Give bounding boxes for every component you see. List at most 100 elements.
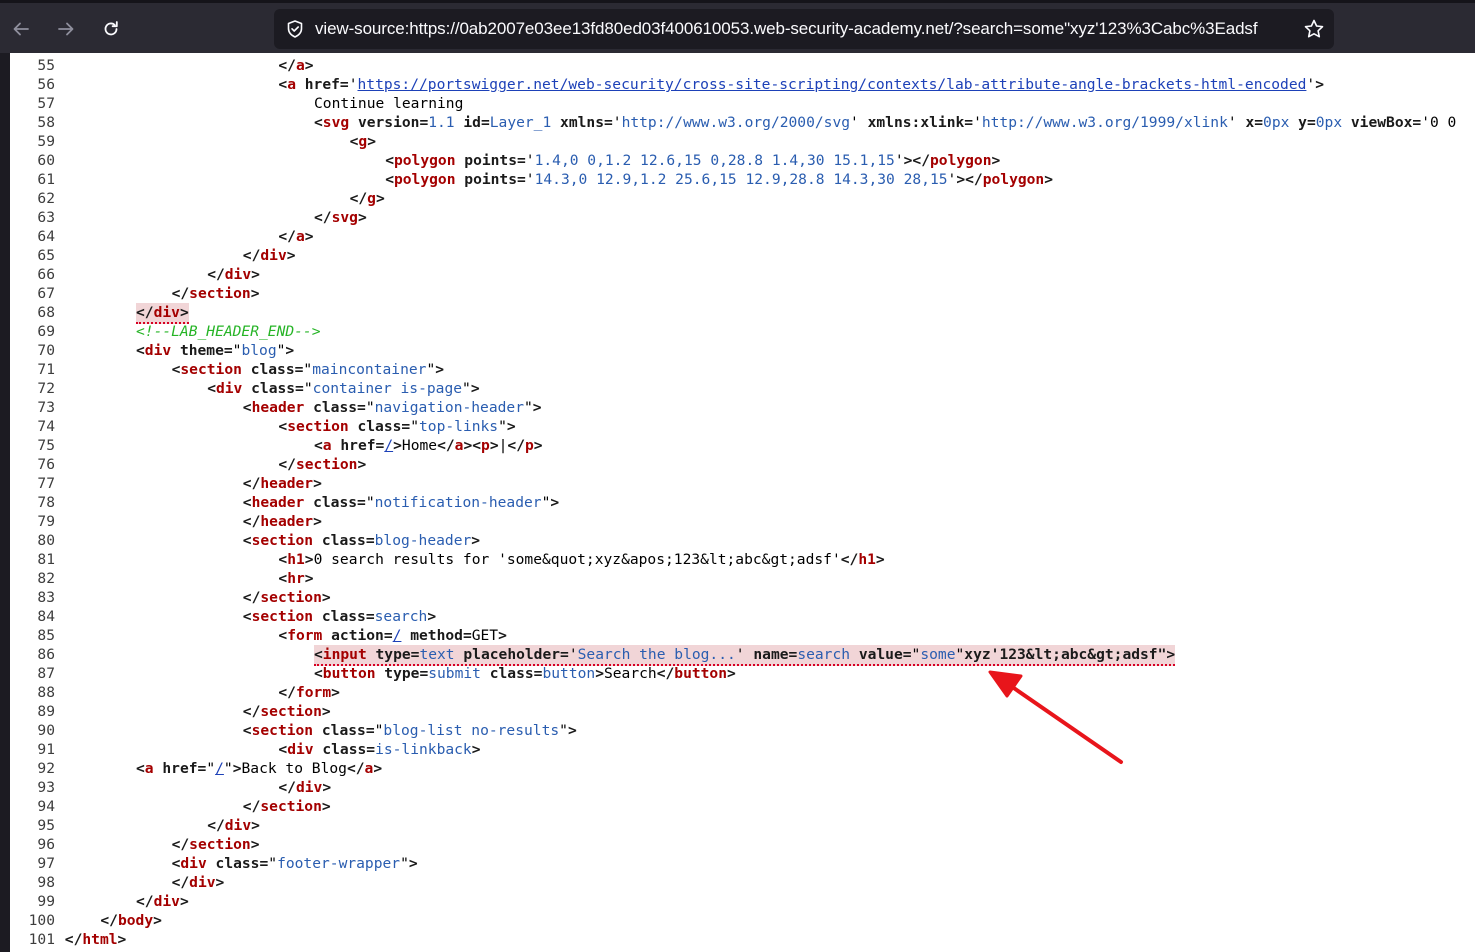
forward-button[interactable] xyxy=(52,15,80,43)
code-token: h1 xyxy=(287,551,305,568)
code-token: hr xyxy=(287,570,305,587)
code-text: <section class=blog-header> xyxy=(243,531,480,550)
line-number: 71 xyxy=(37,361,55,378)
source-lines: 55 </a> 56 <a href='https://portswigger.net… xyxy=(10,56,1475,949)
source-line: 57 Continue learning xyxy=(10,94,1475,113)
code-token: ' xyxy=(525,171,535,188)
code-token: a xyxy=(144,760,154,777)
code-token: html xyxy=(82,931,118,948)
source-line: 89 </section> xyxy=(10,702,1475,721)
source-line: 77 </header> xyxy=(10,474,1475,493)
code-token: value= xyxy=(850,646,912,663)
url-text[interactable]: view-source:https://0ab2007e03ee13fd80ed… xyxy=(315,19,1258,39)
source-link[interactable]: / xyxy=(215,760,224,777)
code-token: > xyxy=(313,475,322,492)
line-number: 63 xyxy=(37,209,55,226)
code-text: <button type=submit class=button>Search<… xyxy=(314,664,736,683)
code-token: points= xyxy=(455,152,526,169)
code-token: " xyxy=(303,380,313,397)
code-token: </ xyxy=(207,266,225,283)
code-token: < xyxy=(314,646,323,663)
code-token: </ xyxy=(242,247,261,264)
code-token: > xyxy=(567,722,577,739)
reload-button[interactable] xyxy=(97,15,125,43)
code-text: <div class="container is-page"> xyxy=(207,379,479,398)
line-number: 61 xyxy=(37,171,55,188)
code-text: <section class="top-links"> xyxy=(278,417,515,436)
code-token: class= xyxy=(242,380,304,397)
code-text: <a href=/>Home</a><p>|</p> xyxy=(314,436,543,455)
line-number: 79 xyxy=(37,513,55,530)
code-token: div xyxy=(215,380,243,397)
code-token: > xyxy=(471,532,481,549)
line-number: 91 xyxy=(37,741,55,758)
code-token: class= xyxy=(313,722,375,739)
code-text: Continue learning xyxy=(314,94,463,113)
code-token: </ xyxy=(171,285,190,302)
source-line: 68 </div> xyxy=(10,303,1475,324)
source-line: 58 <svg version=1.1 id=Layer_1 xmlns='htt… xyxy=(10,113,1475,132)
code-token: class= xyxy=(206,855,269,872)
line-number: 101 xyxy=(28,931,55,948)
code-text: </div> xyxy=(172,873,225,892)
source-line: 72 <div class="container is-page"> xyxy=(10,379,1475,398)
url-bar[interactable]: view-source:https://0ab2007e03ee13fd80ed… xyxy=(274,9,1334,49)
code-token: Home xyxy=(401,437,438,454)
code-token: section xyxy=(260,589,322,606)
code-token: </ xyxy=(242,703,261,720)
code-token: div xyxy=(180,855,207,872)
code-token: viewBox= xyxy=(1342,114,1422,131)
code-token: </ xyxy=(278,456,296,473)
code-token: <!--LAB_HEADER_END--> xyxy=(136,323,321,340)
code-token: " xyxy=(410,418,420,435)
code-token: > xyxy=(357,456,367,473)
code-token: </ xyxy=(242,589,261,606)
code-text: <section class="maincontainer"> xyxy=(172,360,444,379)
star-icon[interactable] xyxy=(1303,18,1325,40)
code-token: > xyxy=(393,437,402,454)
code-token: < xyxy=(278,570,288,587)
code-token: " xyxy=(462,380,471,397)
shield-icon[interactable] xyxy=(285,19,305,39)
code-token: div xyxy=(224,266,252,283)
code-token: > xyxy=(304,570,314,587)
source-line: 86 <input type=text placeholder='Search t… xyxy=(10,645,1475,666)
arrow-left-icon xyxy=(13,22,29,36)
code-token: class= xyxy=(304,494,366,511)
code-token: > xyxy=(427,608,437,625)
source-line: 97 <div class="footer-wrapper"> xyxy=(10,854,1475,873)
back-button[interactable] xyxy=(7,15,35,43)
code-token: name= xyxy=(744,646,798,663)
code-token: class= xyxy=(480,665,543,682)
code-token: > xyxy=(506,418,516,435)
line-number: 88 xyxy=(37,684,55,701)
code-token: ' xyxy=(894,152,904,169)
code-token: > xyxy=(463,437,473,454)
code-token: </ xyxy=(437,437,455,454)
source-link[interactable]: / xyxy=(384,437,393,454)
code-text: <hr> xyxy=(278,569,313,588)
line-number: 74 xyxy=(37,418,55,435)
code-token: > xyxy=(321,589,331,606)
code-token: > xyxy=(321,798,331,815)
code-token: navigation-header xyxy=(374,399,524,416)
code-token: </ xyxy=(100,912,118,929)
code-token: a xyxy=(295,228,305,245)
source-line: 66 </div> xyxy=(10,265,1475,284)
browser-toolbar: view-source:https://0ab2007e03ee13fd80ed… xyxy=(0,0,1475,53)
source-link[interactable]: https://portswigger.net/web-security/cro… xyxy=(358,76,1307,93)
arrow-right-icon xyxy=(58,22,74,36)
code-token: header xyxy=(251,399,305,416)
code-token: 1.4,0 0,1.2 12.6,15 0,28.8 1.4,30 15.1,1… xyxy=(534,152,895,169)
code-token: < xyxy=(385,171,394,188)
code-token: section xyxy=(251,722,314,739)
code-token: ' xyxy=(612,114,622,131)
code-token: > xyxy=(322,779,332,796)
code-token: ' xyxy=(850,114,859,131)
code-token: action= xyxy=(322,627,393,644)
code-token: > xyxy=(470,380,480,397)
code-token: points= xyxy=(455,171,526,188)
code-token: </ xyxy=(171,874,190,891)
code-token: > xyxy=(1044,171,1054,188)
code-token: </ xyxy=(349,190,368,207)
